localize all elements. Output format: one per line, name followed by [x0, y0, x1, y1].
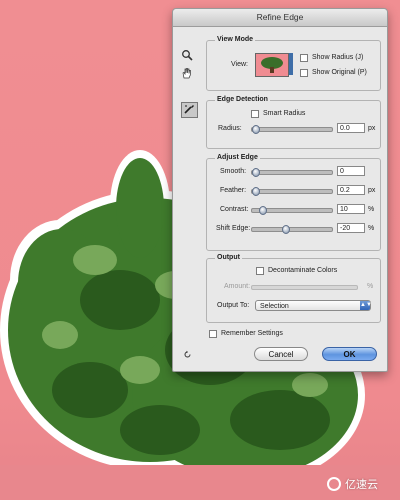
shift-edge-slider[interactable]	[251, 225, 333, 234]
watermark-logo-icon	[327, 477, 341, 491]
dialog-title: Refine Edge	[173, 9, 387, 27]
smooth-slider-knob[interactable]	[252, 168, 260, 177]
contrast-slider-knob[interactable]	[259, 206, 268, 215]
watermark-text: 亿速云	[345, 479, 378, 491]
adjust-edge-label: Adjust Edge	[215, 154, 260, 161]
remember-settings-label: Remember Settings	[221, 330, 283, 337]
thumbnail-trunk	[270, 67, 274, 73]
watermark: 亿速云	[327, 476, 378, 492]
select-arrows-icon: ▲▼	[360, 301, 372, 310]
view-dropdown-arrow-icon[interactable]	[289, 53, 293, 75]
feather-unit: px	[368, 187, 376, 194]
radius-unit: px	[368, 125, 376, 132]
output-to-value: Selection	[260, 303, 289, 310]
decontaminate-colors-label: Decontaminate Colors	[268, 267, 338, 274]
feather-slider[interactable]	[251, 187, 333, 196]
radius-slider-knob[interactable]	[252, 125, 260, 134]
shift-edge-value-field[interactable]: -20	[337, 223, 365, 233]
smooth-slider[interactable]	[251, 168, 333, 177]
contrast-slider[interactable]	[251, 206, 333, 215]
smooth-label: Smooth:	[220, 168, 247, 175]
output-to-select[interactable]: Selection ▲▼	[255, 300, 372, 311]
remember-settings-checkbox[interactable]	[209, 330, 217, 338]
output-group: Output Decontaminate Colors Amount: % Ou…	[206, 254, 381, 323]
view-thumbnail[interactable]	[255, 53, 289, 77]
shift-edge-label: Shift Edge:	[216, 225, 251, 232]
view-label: View:	[231, 61, 248, 68]
adjust-edge-group: Adjust Edge Smooth: 0 Feather: 0.2 px Co…	[206, 154, 381, 251]
amount-label: Amount:	[224, 283, 251, 290]
contrast-label: Contrast:	[220, 206, 249, 213]
output-label: Output	[215, 254, 242, 261]
edge-detection-group: Edge Detection Smart Radius Radius: 0.0 …	[206, 96, 381, 149]
feather-slider-knob[interactable]	[252, 187, 260, 196]
feather-label: Feather:	[220, 187, 247, 194]
zoom-icon[interactable]	[180, 49, 194, 63]
show-original-checkbox[interactable]	[300, 69, 308, 77]
output-to-label: Output To:	[217, 302, 250, 309]
smart-radius-checkbox[interactable]	[251, 110, 259, 118]
reset-icon[interactable]	[180, 349, 194, 363]
radius-value-field[interactable]: 0.0	[337, 123, 365, 133]
smooth-value-field[interactable]: 0	[337, 166, 365, 176]
edge-detection-label: Edge Detection	[215, 96, 270, 103]
cancel-button[interactable]: Cancel	[254, 347, 308, 361]
tool-column	[173, 27, 199, 370]
view-mode-label: View Mode	[215, 36, 256, 43]
shift-edge-unit: %	[368, 225, 375, 232]
show-original-label: Show Original (P)	[312, 69, 367, 76]
shift-edge-slider-knob[interactable]	[281, 225, 290, 234]
radius-label: Radius:	[218, 125, 242, 132]
hand-icon[interactable]	[180, 67, 194, 81]
radius-slider[interactable]	[251, 125, 333, 134]
feather-value-field[interactable]: 0.2	[337, 185, 365, 195]
decontaminate-colors-checkbox[interactable]	[256, 267, 264, 275]
view-mode-group: View Mode View: Show Radius (J) Show Ori…	[206, 36, 381, 91]
refine-radius-brush-icon[interactable]	[181, 102, 198, 118]
refine-edge-dialog: Refine Edge View Mode View: Show Radius …	[172, 8, 388, 372]
contrast-unit: %	[368, 206, 375, 213]
smart-radius-label: Smart Radius	[263, 110, 306, 117]
amount-slider[interactable]	[251, 285, 358, 290]
ok-button[interactable]: OK	[322, 347, 377, 361]
show-radius-label: Show Radius (J)	[312, 54, 364, 61]
amount-unit: %	[367, 283, 374, 290]
show-radius-checkbox[interactable]	[300, 54, 308, 62]
contrast-value-field[interactable]: 10	[337, 204, 365, 214]
